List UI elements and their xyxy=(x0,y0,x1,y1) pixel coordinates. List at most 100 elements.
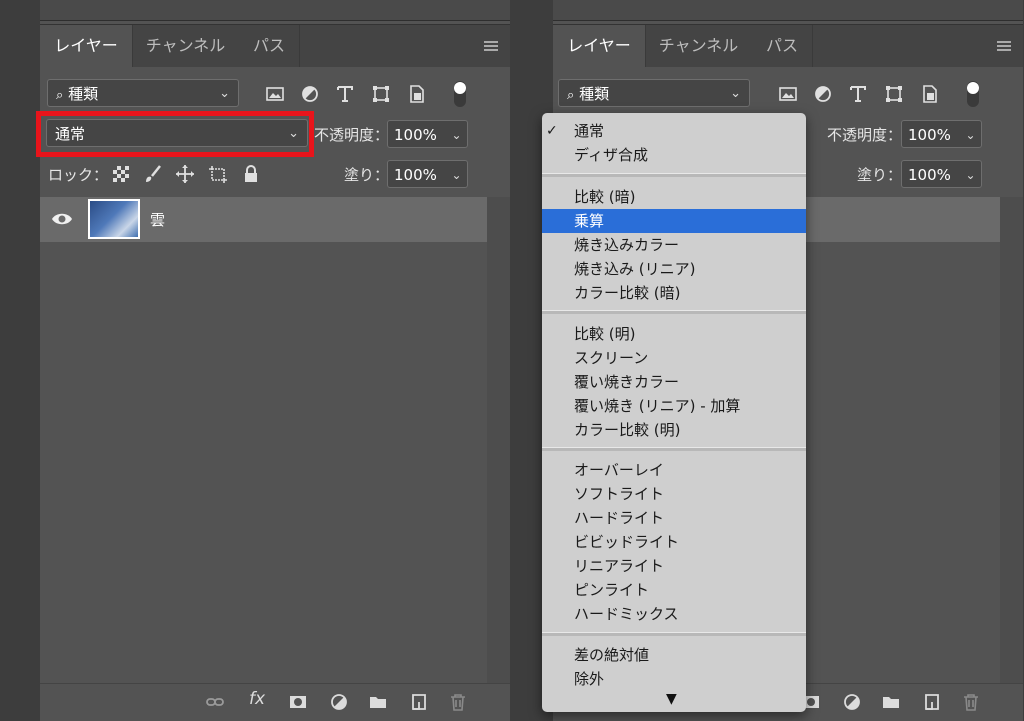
smart-object-filter-icon[interactable] xyxy=(919,83,941,105)
menu-item-lighter-color[interactable]: カラー比較 (明) xyxy=(542,418,806,442)
menu-item-darken[interactable]: 比較 (暗) xyxy=(542,185,806,209)
tab-channels[interactable]: チャンネル xyxy=(133,25,238,67)
menu-separator xyxy=(542,310,806,314)
opacity-label: 不透明度： xyxy=(314,126,390,144)
new-layer-icon[interactable] xyxy=(922,692,942,712)
opacity-label: 不透明度： xyxy=(827,126,903,144)
tab-layers[interactable]: レイヤー xyxy=(553,25,646,67)
search-icon: ⌕ xyxy=(567,88,575,103)
menu-item-linear-dodge[interactable]: 覆い焼き (リニア) - 加算 xyxy=(542,394,806,418)
opacity-input[interactable]: 100% xyxy=(901,120,961,148)
layer-thumbnail xyxy=(88,199,140,239)
checkmark-icon: ✓ xyxy=(546,123,558,139)
filter-kind-dropdown[interactable]: ⌕ 種類 ⌄ xyxy=(47,79,239,107)
lock-artboard-icon[interactable] xyxy=(207,163,229,185)
menu-item-vivid-light[interactable]: ビビッドライト xyxy=(542,530,806,554)
opacity-chevron-icon[interactable]: ⌄ xyxy=(446,120,468,148)
filter-toggle-icon[interactable] xyxy=(451,79,469,109)
fx-layer-style-icon[interactable]: fx xyxy=(249,689,273,709)
type-filter-icon[interactable] xyxy=(847,83,869,105)
menu-item-hard-mix[interactable]: ハードミックス xyxy=(542,602,806,626)
filter-kind-label: 種類 xyxy=(68,85,99,103)
tab-paths[interactable]: パス xyxy=(752,25,813,67)
menu-item-dissolve[interactable]: ディザ合成 xyxy=(542,143,806,167)
layer-row[interactable]: 雲 xyxy=(40,197,487,242)
fill-input[interactable]: 100% xyxy=(901,160,961,188)
menu-item-multiply[interactable]: 乗算 xyxy=(542,209,806,233)
blend-mode-highlight-box xyxy=(36,111,314,157)
menu-item-linear-burn[interactable]: 焼き込み (リニア) xyxy=(542,257,806,281)
new-layer-icon[interactable] xyxy=(409,692,429,712)
shape-filter-icon[interactable] xyxy=(883,83,905,105)
menu-separator xyxy=(542,173,806,177)
menu-item-difference[interactable]: 差の絶対値 xyxy=(542,643,806,667)
lock-all-icon[interactable] xyxy=(240,163,262,185)
adjustment-filter-icon[interactable] xyxy=(812,83,834,105)
trash-delete-icon[interactable] xyxy=(448,692,468,712)
new-group-folder-icon[interactable] xyxy=(368,692,388,712)
layers-scrollbar[interactable] xyxy=(487,197,510,683)
opacity-input[interactable]: 100% xyxy=(387,120,447,148)
link-layers-icon[interactable] xyxy=(205,692,225,712)
smart-object-filter-icon[interactable] xyxy=(406,83,428,105)
chevron-down-icon: ⌄ xyxy=(730,86,741,101)
new-adjustment-layer-icon[interactable] xyxy=(842,692,862,712)
menu-item-pin-light[interactable]: ピンライト xyxy=(542,578,806,602)
new-group-folder-icon[interactable] xyxy=(881,692,901,712)
trash-delete-icon[interactable] xyxy=(961,692,981,712)
layer-name[interactable]: 雲 xyxy=(150,209,165,230)
menu-item-darker-color[interactable]: カラー比較 (暗) xyxy=(542,281,806,305)
fill-label: 塗り： xyxy=(857,166,903,184)
new-adjustment-layer-icon[interactable] xyxy=(329,692,349,712)
lock-label: ロック： xyxy=(48,166,109,184)
panel-tabs: レイヤー チャンネル パス xyxy=(553,24,1023,67)
menu-separator xyxy=(542,447,806,451)
panel-menu-icon[interactable] xyxy=(484,41,498,51)
lock-position-move-icon[interactable] xyxy=(174,163,196,185)
fill-label: 塗り： xyxy=(344,166,390,184)
menu-item-linear-light[interactable]: リニアライト xyxy=(542,554,806,578)
panel-top-strip xyxy=(40,0,510,21)
fill-chevron-icon[interactable]: ⌄ xyxy=(446,160,468,188)
type-filter-icon[interactable] xyxy=(334,83,356,105)
filter-kind-dropdown[interactable]: ⌕ 種類 ⌄ xyxy=(558,79,750,107)
opacity-chevron-icon[interactable]: ⌄ xyxy=(960,120,982,148)
image-filter-icon[interactable] xyxy=(264,83,286,105)
blend-mode-menu: ✓ 通常 ディザ合成 比較 (暗) 乗算 焼き込みカラー 焼き込み (リニア) … xyxy=(542,113,806,712)
menu-item-overlay[interactable]: オーバーレイ xyxy=(542,458,806,482)
menu-scroll-down-arrow-icon[interactable]: ▼ xyxy=(666,691,677,707)
panel-tabs: レイヤー チャンネル パス xyxy=(40,24,510,67)
panel-footer: fx xyxy=(40,683,510,721)
menu-item-color-burn[interactable]: 焼き込みカラー xyxy=(542,233,806,257)
menu-item-exclusion[interactable]: 除外 xyxy=(542,667,806,691)
eye-visibility-icon[interactable] xyxy=(51,210,73,228)
fill-chevron-icon[interactable]: ⌄ xyxy=(960,160,982,188)
filter-kind-label: 種類 xyxy=(579,85,610,103)
filter-toggle-icon[interactable] xyxy=(964,79,982,109)
menu-item-screen[interactable]: スクリーン xyxy=(542,346,806,370)
tab-layers[interactable]: レイヤー xyxy=(40,25,133,67)
tab-paths[interactable]: パス xyxy=(239,25,300,67)
panel-top-strip xyxy=(553,0,1023,21)
menu-separator xyxy=(542,632,806,636)
layers-scrollbar[interactable] xyxy=(1000,197,1023,683)
adjustment-filter-icon[interactable] xyxy=(299,83,321,105)
menu-item-hard-light[interactable]: ハードライト xyxy=(542,506,806,530)
layers-panel-left: レイヤー チャンネル パス ⌕ 種類 ⌄ 通常 ⌄ 不透明度： 100% ⌄ ロ… xyxy=(40,0,510,721)
shape-filter-icon[interactable] xyxy=(370,83,392,105)
lock-image-pixels-brush-icon[interactable] xyxy=(142,163,164,185)
menu-item-normal[interactable]: ✓ 通常 xyxy=(542,119,806,143)
lock-transparent-pixels-icon[interactable] xyxy=(110,163,132,185)
fill-input[interactable]: 100% xyxy=(387,160,447,188)
add-mask-icon[interactable] xyxy=(288,692,308,712)
menu-item-label: 通常 xyxy=(574,122,605,140)
search-icon: ⌕ xyxy=(56,88,64,103)
image-filter-icon[interactable] xyxy=(777,83,799,105)
menu-item-lighten[interactable]: 比較 (明) xyxy=(542,322,806,346)
tab-channels[interactable]: チャンネル xyxy=(646,25,751,67)
layers-list xyxy=(40,197,487,683)
panel-menu-icon[interactable] xyxy=(997,41,1011,51)
menu-item-color-dodge[interactable]: 覆い焼きカラー xyxy=(542,370,806,394)
menu-item-soft-light[interactable]: ソフトライト xyxy=(542,482,806,506)
chevron-down-icon: ⌄ xyxy=(219,86,230,101)
